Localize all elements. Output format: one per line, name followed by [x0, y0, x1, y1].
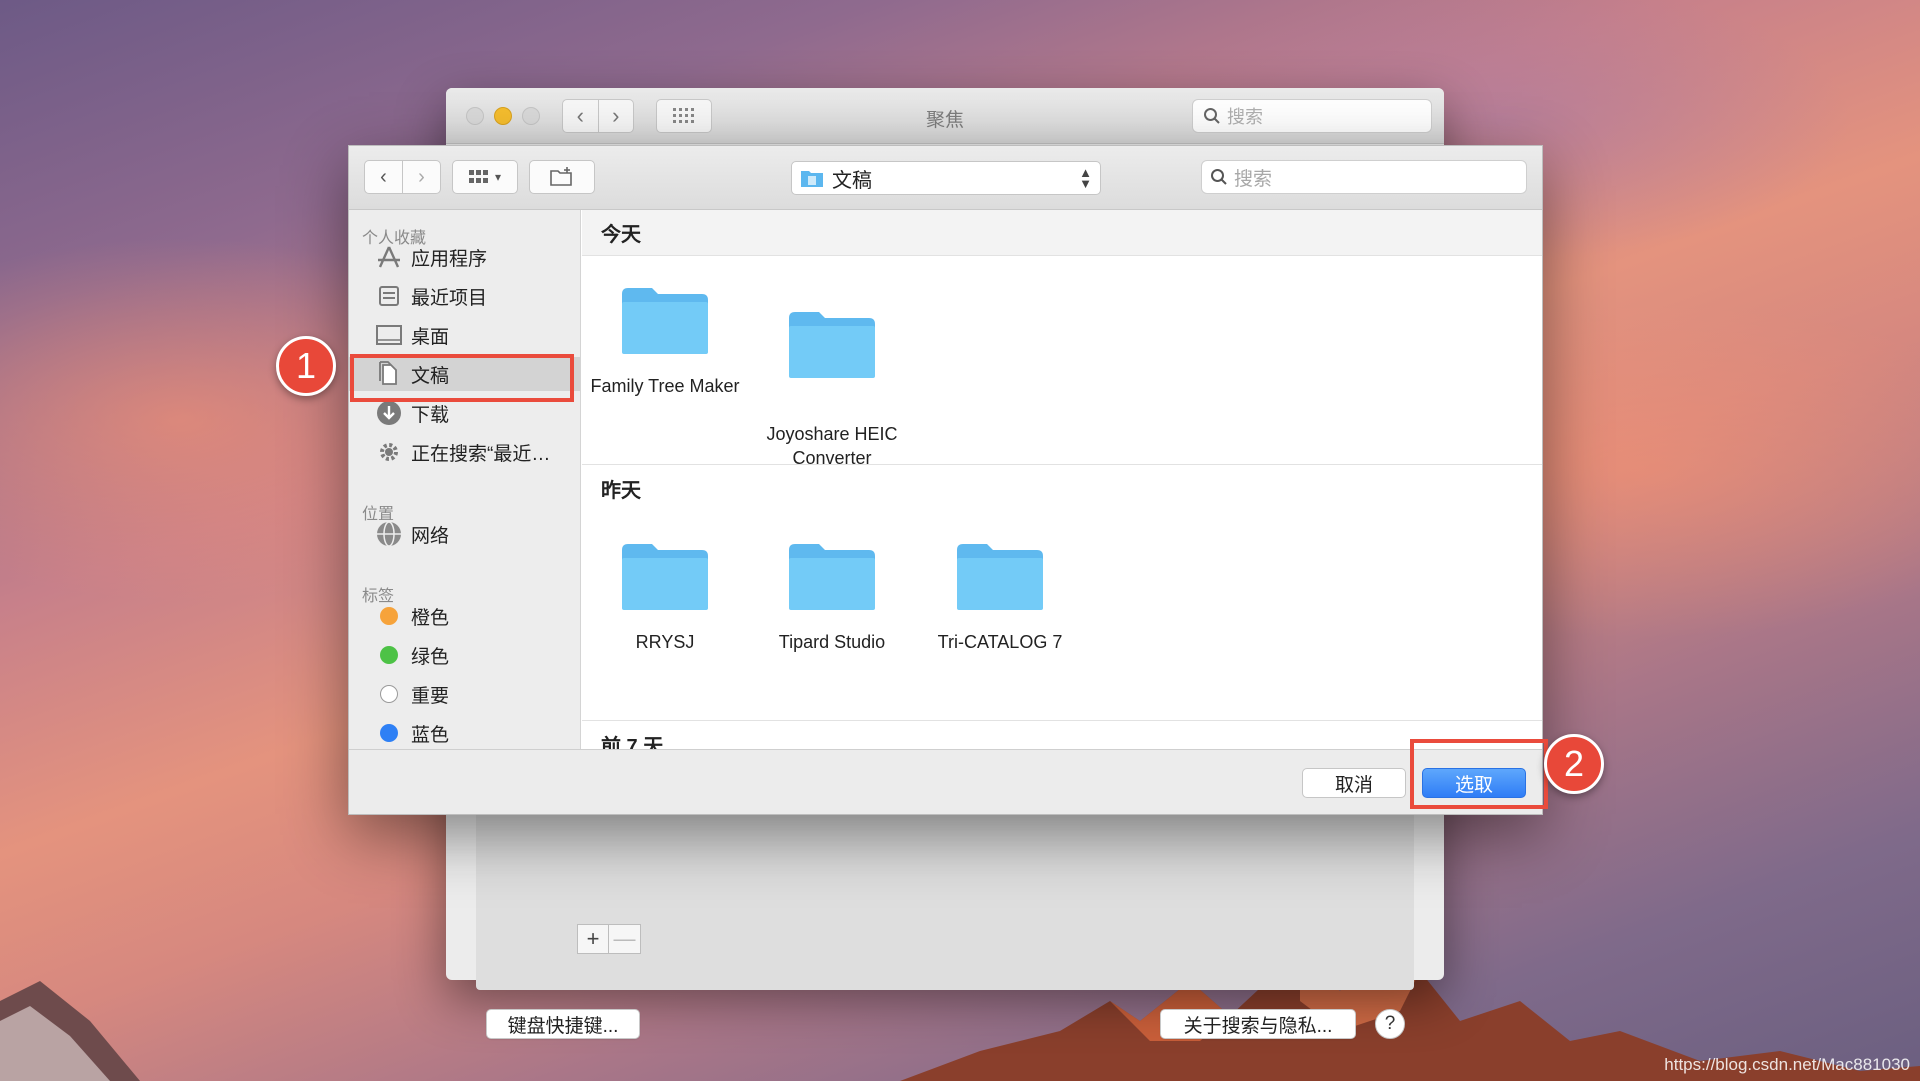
highlight-documents [350, 354, 574, 402]
chevron-right-icon[interactable]: › [403, 161, 440, 193]
highlight-choose-button [1410, 739, 1548, 809]
sidebar-item-label: 桌面 [411, 326, 450, 348]
sidebar-item-label: 重要 [411, 685, 450, 707]
watermark: https://blog.csdn.net/Mac881030 [1664, 1055, 1910, 1074]
file-open-dialog: ‹ › ▾ 文稿 ▲ ▼ 搜索 个人收藏 应用程序 最近项目 桌面 文稿 下载 … [348, 145, 1543, 815]
white-tag-dot [380, 685, 398, 703]
sidebar-item-label: 下载 [411, 404, 450, 426]
sidebar-item-network[interactable]: 网络 [349, 517, 580, 551]
location-label: 文稿 [832, 169, 872, 192]
cancel-button[interactable]: 取消 [1302, 768, 1406, 798]
chevron-down-icon: ▾ [494, 170, 502, 184]
dialog-footer: 取消 选取 [349, 749, 1542, 814]
remove-button[interactable]: — [609, 924, 641, 954]
applications-icon [375, 243, 403, 271]
sidebar-item-label: 绿色 [411, 646, 450, 668]
folder-icon [622, 288, 708, 354]
help-button[interactable]: ? [1375, 1009, 1405, 1039]
icon-view-icon [468, 170, 488, 183]
sidebar-item-tag-orange[interactable]: 橙色 [349, 599, 580, 633]
recents-icon [375, 282, 403, 310]
sidebar-item-applications[interactable]: 应用程序 [349, 240, 580, 274]
desktop-icon [375, 321, 403, 349]
file-browser: 今天 Family Tree Maker Joyoshare HEIC Conv… [582, 210, 1542, 749]
new-folder-button[interactable] [529, 160, 595, 194]
folder-icon [789, 544, 875, 610]
blue-tag-dot [380, 724, 398, 742]
sidebar-item-tag-blue[interactable]: 蓝色 [349, 716, 580, 750]
keyboard-shortcuts-button[interactable]: 键盘快捷键... [486, 1009, 640, 1039]
search-icon [1204, 108, 1220, 124]
sidebar: 个人收藏 应用程序 最近项目 桌面 文稿 下载 正在搜索“最近… 位置 网络 标… [349, 210, 581, 749]
folder-label: Family Tree Maker [590, 376, 740, 396]
location-popup[interactable]: 文稿 ▲ ▼ [791, 161, 1101, 195]
new-folder-icon [550, 167, 572, 186]
preferences-search-field[interactable]: 搜索 [1192, 99, 1432, 133]
folder-item[interactable]: Joyoshare HEIC Converter [747, 284, 917, 470]
folder-item[interactable]: Family Tree Maker [582, 284, 750, 398]
gear-icon [375, 438, 403, 466]
folder-item[interactable]: Tri-CATALOG 7 [915, 540, 1085, 654]
folder-icon [957, 544, 1043, 610]
orange-tag-dot [380, 607, 398, 625]
sidebar-item-desktop[interactable]: 桌面 [349, 318, 580, 352]
sidebar-item-label: 橙色 [411, 607, 450, 629]
sidebar-item-tag-green[interactable]: 绿色 [349, 638, 580, 672]
about-search-privacy-button[interactable]: 关于搜索与隐私... [1160, 1009, 1356, 1039]
step-badge-2: 2 [1544, 734, 1604, 794]
dialog-toolbar: ‹ › ▾ 文稿 ▲ ▼ 搜索 [349, 146, 1542, 210]
section-header-today: 今天 [582, 210, 1542, 256]
folder-icon [622, 544, 708, 610]
folder-label: Tipard Studio [778, 632, 886, 652]
add-remove-group: + — [577, 924, 641, 954]
section-header-yesterday: 昨天 [582, 465, 1542, 511]
add-button[interactable]: + [577, 924, 609, 954]
sidebar-item-label: 正在搜索“最近… [411, 443, 551, 465]
folder-label: Joyoshare HEIC Converter [766, 424, 898, 468]
chevron-left-icon[interactable]: ‹ [365, 161, 402, 193]
folder-icon [789, 312, 875, 378]
view-options-button[interactable]: ▾ [452, 160, 518, 194]
documents-folder-icon [801, 171, 823, 187]
sidebar-item-label: 蓝色 [411, 724, 450, 746]
sidebar-item-label: 网络 [411, 525, 450, 547]
network-icon [375, 520, 403, 548]
sidebar-item-label: 应用程序 [411, 248, 488, 270]
sidebar-item-recents[interactable]: 最近项目 [349, 279, 580, 313]
step-badge-1: 1 [276, 336, 336, 396]
downloads-icon [375, 399, 403, 427]
up-down-arrows-icon: ▲ ▼ [1079, 165, 1092, 191]
sidebar-item-tag-important[interactable]: 重要 [349, 677, 580, 711]
green-tag-dot [380, 646, 398, 664]
search-icon [1211, 169, 1227, 185]
search-placeholder: 搜索 [1227, 107, 1263, 127]
folder-item[interactable]: Tipard Studio [747, 540, 917, 654]
search-placeholder: 搜索 [1234, 168, 1273, 190]
folder-item[interactable]: RRYSJ [582, 540, 750, 654]
folder-label: RRYSJ [635, 632, 695, 652]
titlebar: ‹ › 聚焦 搜索 [446, 88, 1444, 144]
sidebar-item-smart-search[interactable]: 正在搜索“最近… [349, 435, 580, 469]
folder-label: Tri-CATALOG 7 [937, 632, 1063, 652]
dialog-search-field[interactable]: 搜索 [1201, 160, 1527, 194]
nav-buttons: ‹ › [364, 160, 441, 194]
section-header-last-7-days: 前 7 天 [582, 721, 1542, 749]
sidebar-item-label: 最近项目 [411, 287, 488, 309]
